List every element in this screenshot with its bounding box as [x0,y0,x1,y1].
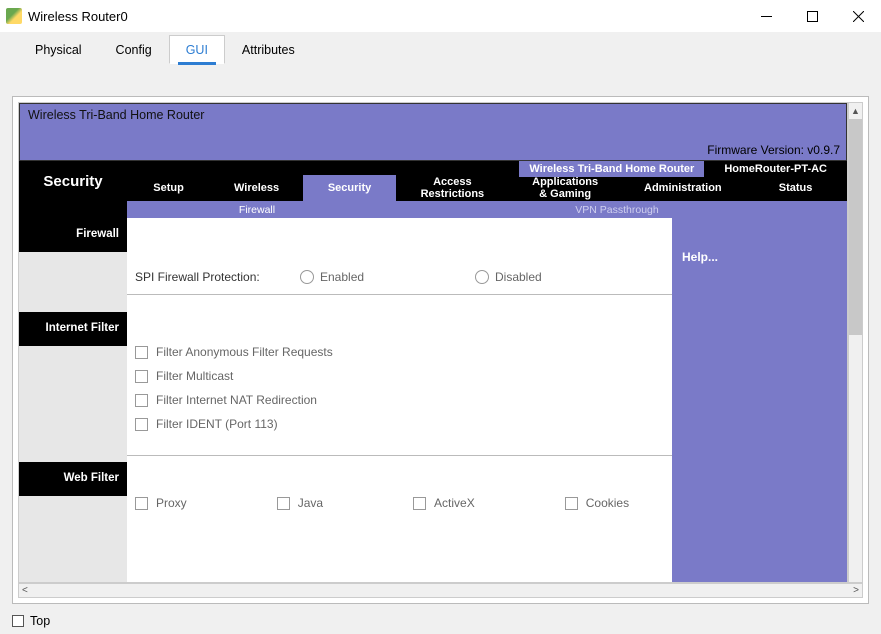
window-controls [743,0,881,32]
nav-setup[interactable]: Setup [127,175,210,201]
outer-panel: Physical Config GUI Attributes Wireless … [0,32,881,634]
model-code: HomeRouter-PT-AC [704,161,847,177]
nav-wrap: Wireless Tri-Band Home Router HomeRouter… [19,161,847,218]
tab-physical[interactable]: Physical [18,35,99,64]
web-activex-checkbox[interactable] [413,497,426,510]
tabs: Physical Config GUI Attributes [0,32,881,64]
window-title: Wireless Router0 [28,9,743,24]
top-label: Top [30,614,50,628]
scroll-left-icon[interactable]: < [22,585,28,596]
spi-label: SPI Firewall Protection: [135,270,300,284]
tab-config[interactable]: Config [99,35,169,64]
model-name: Wireless Tri-Band Home Router [519,163,704,175]
spi-row: SPI Firewall Protection: Enabled Disable… [127,252,672,295]
banner-title: Wireless Tri-Band Home Router [28,108,838,122]
nav-wireless[interactable]: Wireless [210,175,303,201]
scroll-thumb[interactable] [849,119,862,335]
filter-nat-label: Filter Internet NAT Redirection [156,393,317,407]
close-button[interactable] [835,0,881,32]
firmware-version: Firmware Version: v0.9.7 [707,143,840,157]
subnav-firewall[interactable]: Firewall [127,204,387,216]
app-window: Wireless Router0 Physical Config GUI Att… [0,0,881,634]
web-filter-row: Proxy Java ActiveX Cookies [127,470,672,536]
filter-multicast-label: Filter Multicast [156,369,233,383]
scroll-right-icon[interactable]: > [853,585,859,596]
form-area: SPI Firewall Protection: Enabled Disable… [127,218,672,583]
nav-status[interactable]: Status [744,175,847,201]
section-internet-filter: Internet Filter [19,312,127,346]
web-java-checkbox[interactable] [277,497,290,510]
filter-nat-checkbox[interactable] [135,394,148,407]
left-column: Firewall Internet Filter Web Filter [19,218,127,583]
router-banner: Wireless Tri-Band Home Router Firmware V… [19,103,847,161]
titlebar: Wireless Router0 [0,0,881,32]
section-firewall: Firewall [19,218,127,252]
nav-security[interactable]: Security [303,175,396,201]
web-activex-label: ActiveX [434,496,475,510]
web-proxy-checkbox[interactable] [135,497,148,510]
spi-disabled-radio[interactable] [475,270,489,284]
filter-anon-checkbox[interactable] [135,346,148,359]
scroll-up-icon[interactable]: ▲ [849,103,862,119]
spi-disabled-label: Disabled [495,270,542,284]
subnav-vpn[interactable]: VPN Passthrough [387,204,847,216]
top-checkbox[interactable] [12,615,24,627]
maximize-button[interactable] [789,0,835,32]
internet-filter-list: Filter Anonymous Filter Requests Filter … [127,309,672,456]
nav-apps[interactable]: Applications& Gaming [509,175,622,201]
nav-access[interactable]: AccessRestrictions [396,175,509,201]
content: Firewall Internet Filter Web Filter SPI … [19,218,847,583]
minimize-button[interactable] [743,0,789,32]
spi-enabled-label: Enabled [320,270,364,284]
help-panel: Help... [672,218,847,583]
filter-multicast-checkbox[interactable] [135,370,148,383]
help-link[interactable]: Help... [682,250,718,264]
tab-attributes[interactable]: Attributes [225,35,312,64]
vertical-scrollbar[interactable]: ▲ [848,102,863,583]
sub-nav: Firewall VPN Passthrough [19,201,847,218]
gui-panel: Wireless Tri-Band Home Router Firmware V… [12,96,869,604]
web-java-label: Java [298,496,323,510]
footer: Top [12,614,50,628]
web-proxy-label: Proxy [156,496,187,510]
nav-section-title: Security [19,161,127,201]
model-strip: Wireless Tri-Band Home Router HomeRouter… [519,161,847,177]
section-web-filter: Web Filter [19,462,127,496]
app-icon [6,8,22,24]
filter-anon-label: Filter Anonymous Filter Requests [156,345,333,359]
web-cookies-label: Cookies [586,496,629,510]
web-cookies-checkbox[interactable] [565,497,578,510]
tab-gui[interactable]: GUI [169,35,225,64]
spi-enabled-radio[interactable] [300,270,314,284]
filter-ident-checkbox[interactable] [135,418,148,431]
nav-admin[interactable]: Administration [622,175,745,201]
horizontal-scrollbar[interactable]: < > [18,583,863,598]
router-frame: Wireless Tri-Band Home Router Firmware V… [18,102,848,583]
filter-ident-label: Filter IDENT (Port 113) [156,417,278,431]
